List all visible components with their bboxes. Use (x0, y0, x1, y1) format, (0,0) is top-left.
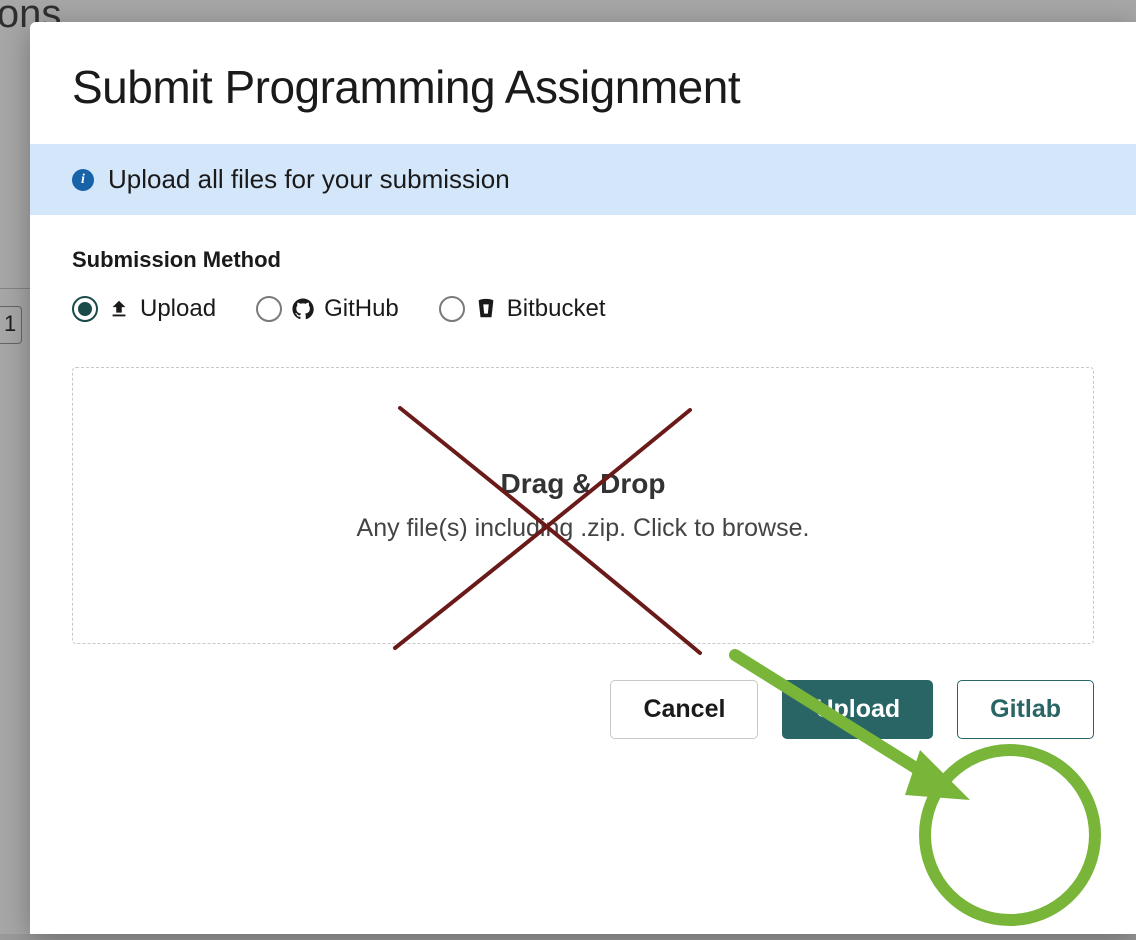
radio-github[interactable]: GitHub (256, 295, 399, 323)
radio-indicator (439, 296, 465, 322)
submission-method-label: Submission Method (72, 247, 1094, 273)
radio-upload[interactable]: Upload (72, 295, 216, 323)
radio-dot (78, 302, 92, 316)
file-dropzone[interactable]: Drag & Drop Any file(s) including .zip. … (72, 367, 1094, 644)
bitbucket-icon (475, 298, 497, 320)
info-banner: i Upload all files for your submission (30, 144, 1136, 215)
submit-assignment-modal: Submit Programming Assignment i Upload a… (30, 22, 1136, 934)
modal-title: Submit Programming Assignment (30, 22, 1136, 144)
radio-bitbucket[interactable]: Bitbucket (439, 295, 606, 323)
radio-indicator (72, 296, 98, 322)
modal-buttons: Cancel Upload Gitlab (30, 644, 1136, 775)
dropzone-subtitle: Any file(s) including .zip. Click to bro… (93, 514, 1073, 543)
info-text: Upload all files for your submission (108, 164, 510, 195)
dropzone-title: Drag & Drop (93, 468, 1073, 500)
radio-indicator (256, 296, 282, 322)
github-icon (292, 298, 314, 320)
submission-method-radios: Upload GitHub Bitbucket (72, 295, 1094, 323)
radio-label-bitbucket: Bitbucket (507, 295, 606, 323)
gitlab-button[interactable]: Gitlab (957, 680, 1094, 739)
cancel-button[interactable]: Cancel (610, 680, 758, 739)
radio-label-github: GitHub (324, 295, 399, 323)
upload-icon (108, 298, 130, 320)
info-icon: i (72, 169, 94, 191)
radio-label-upload: Upload (140, 295, 216, 323)
upload-button[interactable]: Upload (782, 680, 933, 739)
modal-body: Submission Method Upload GitHub (30, 215, 1136, 644)
